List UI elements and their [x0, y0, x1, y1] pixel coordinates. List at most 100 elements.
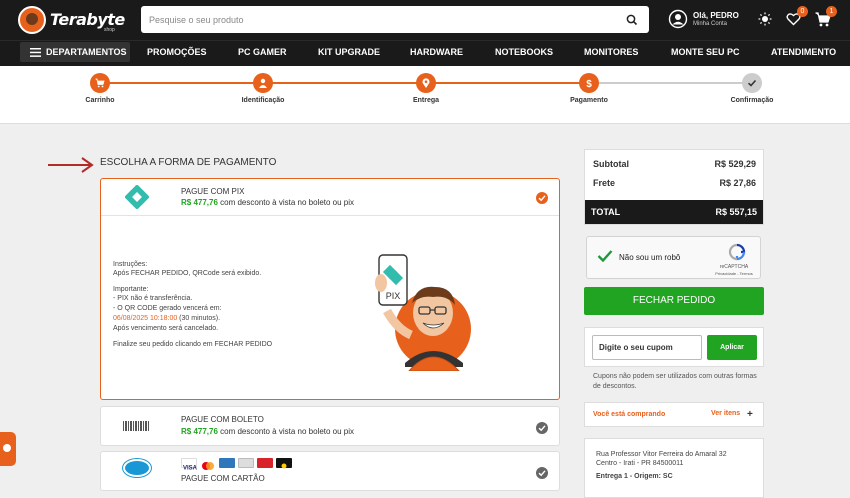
coupon-note: Cupons não podem ser utilizados com outr… — [593, 373, 757, 390]
my-account-link[interactable]: Minha Conta — [693, 21, 727, 27]
step-label-cart: Carrinho — [85, 97, 115, 104]
important-title: Importante: — [113, 286, 149, 293]
card-option-card[interactable]: VISA PAGUE COM CARTÃO — [100, 451, 560, 491]
check-step-icon — [747, 79, 757, 87]
recaptcha-widget[interactable]: Não sou um robô reCAPTCHA Privacidade - … — [586, 236, 761, 279]
step-identification-dot — [253, 73, 273, 93]
elo-icon — [276, 458, 292, 469]
total-label: TOTAL — [591, 207, 621, 217]
pix-option-header[interactable]: PAGUE COM PIX R$ 477,76 com desconto à v… — [101, 179, 559, 216]
step-label-confirmation: Confirmação — [730, 97, 774, 104]
subtotal-row: Subtotal R$ 529,29 — [593, 159, 756, 169]
qr-expiry: 06/08/2025 10:18:00 (30 minutos). — [113, 315, 220, 322]
total-value: R$ 557,15 — [715, 207, 757, 217]
frete-label: Frete — [593, 178, 616, 188]
subtotal-value: R$ 529,29 — [714, 159, 756, 169]
cart-step-icon — [95, 78, 105, 88]
order-summary: Subtotal R$ 529,29 Frete R$ 27,86 TOTAL … — [584, 149, 764, 225]
delivery-origin: Entrega 1 - Origem: SC — [596, 473, 673, 480]
pix-price: R$ 477,76 — [181, 198, 218, 207]
recaptcha-checkmark-icon[interactable] — [597, 249, 613, 263]
amex-icon — [219, 458, 235, 468]
search-icon[interactable] — [625, 13, 639, 27]
nav-kit-upgrade[interactable]: KIT UPGRADE — [318, 47, 380, 57]
hamburger-menu-icon — [30, 48, 41, 57]
user-account[interactable]: Olá, PEDRO Minha Conta — [668, 9, 748, 31]
nav-notebooks[interactable]: NOTEBOOKS — [495, 47, 553, 57]
barcode-icon — [123, 421, 149, 431]
step-payment-dot: $ — [579, 73, 599, 93]
boleto-option-description: R$ 477,76 com desconto à vista no boleto… — [181, 427, 354, 436]
recaptcha-label: Não sou um robô — [619, 253, 681, 262]
step-delivery-dot — [416, 73, 436, 93]
departments-button[interactable]: DEPARTAMENTOS — [20, 42, 130, 62]
card-check-icon — [536, 467, 548, 479]
chat-icon — [3, 444, 11, 452]
search-bar — [141, 6, 649, 33]
subtotal-label: Subtotal — [593, 159, 629, 169]
diners-icon — [238, 458, 254, 468]
pix-option-card[interactable]: PAGUE COM PIX R$ 477,76 com desconto à v… — [100, 178, 560, 400]
logo-tagline: shop — [104, 27, 115, 33]
theme-toggle-icon[interactable] — [758, 12, 772, 26]
instructions-text: Após FECHAR PEDIDO, QRCode será exibido. — [113, 270, 262, 277]
terabyte-logo[interactable]: Terabyte shop — [18, 6, 128, 34]
progress-line-done — [100, 82, 588, 84]
address-line-1: Rua Professor Vitor Ferreira do Amaral 3… — [596, 451, 727, 458]
instructions-title: Instruções: — [113, 261, 148, 268]
chat-side-tab[interactable] — [0, 432, 16, 466]
frete-row: Frete R$ 27,86 — [593, 178, 756, 188]
nav-promocoes[interactable]: PROMOÇÕES — [147, 47, 207, 57]
buying-summary: Você está comprando Ver itens + — [584, 402, 764, 427]
boleto-check-icon — [536, 422, 548, 434]
departments-label: DEPARTAMENTOS — [46, 47, 127, 57]
coupon-input[interactable] — [592, 335, 702, 360]
close-order-button[interactable]: FECHAR PEDIDO — [584, 287, 764, 315]
pix-option-title: PAGUE COM PIX — [181, 187, 245, 196]
dollar-step-icon: $ — [586, 79, 592, 88]
nav-atendimento[interactable]: ATENDIMENTO — [771, 47, 836, 57]
boleto-option-title: PAGUE COM BOLETO — [181, 415, 264, 424]
pix-discount-text: com desconto à vista no boleto ou pix — [217, 198, 355, 207]
user-greeting: Olá, PEDRO — [693, 11, 739, 20]
important-line-3: Após vencimento será cancelado. — [113, 325, 219, 332]
qr-expiry-duration: (30 minutos). — [177, 315, 221, 322]
buying-label: Você está comprando — [593, 411, 666, 418]
location-pin-step-icon — [422, 78, 430, 88]
step-label-delivery: Entrega — [412, 97, 440, 104]
boleto-price: R$ 477,76 — [181, 427, 218, 436]
nav-pc-gamer[interactable]: PC GAMER — [238, 47, 287, 57]
address-line-2: Centro - Irati - PR 84500011 — [596, 460, 684, 467]
apply-coupon-button[interactable]: Aplicar — [707, 335, 757, 360]
step-cart-dot — [90, 73, 110, 93]
step-label-payment: Pagamento — [570, 97, 608, 104]
svg-text:$: $ — [586, 79, 592, 88]
plus-icon[interactable]: + — [747, 409, 753, 420]
delivery-address: Rua Professor Vitor Ferreira do Amaral 3… — [584, 438, 764, 498]
view-items-link[interactable]: Ver itens — [711, 410, 740, 417]
payment-section-title: ESCOLHA A FORMA DE PAGAMENTO — [100, 157, 277, 168]
finalize-instruction: Finalize seu pedido clicando em FECHAR P… — [113, 341, 273, 348]
mastercard-icon — [200, 458, 216, 470]
visa-icon: VISA — [181, 458, 198, 472]
top-header: Terabyte shop Olá, PEDRO Minha Conta 0 1 — [0, 0, 850, 40]
mascot-phone-label: PIX — [386, 291, 401, 301]
step-label-identification: Identificação — [241, 97, 285, 104]
important-line-1: - PIX não é transferência. — [113, 295, 193, 302]
nav-monitores[interactable]: MONITORES — [584, 47, 638, 57]
card-option-title: PAGUE COM CARTÃO — [181, 474, 265, 483]
search-input[interactable] — [149, 12, 609, 27]
nav-monte-seu-pc[interactable]: MONTE SEU PC — [671, 47, 740, 57]
pix-option-description: R$ 477,76 com desconto à vista no boleto… — [181, 198, 354, 207]
nav-hardware[interactable]: HARDWARE — [410, 47, 463, 57]
checkout-progress: Carrinho Identificação Entrega $ Pagamen… — [0, 66, 850, 124]
boleto-option-card[interactable]: PAGUE COM BOLETO R$ 477,76 com desconto … — [100, 406, 560, 446]
recaptcha-brand: reCAPTCHA — [719, 264, 749, 270]
wishlist-count-badge: 0 — [797, 6, 808, 17]
red-arrow-annotation — [48, 157, 94, 173]
recaptcha-links[interactable]: Privacidade - Termos — [707, 271, 761, 276]
pix-selected-check-icon — [536, 192, 548, 204]
pix-logo-icon — [125, 185, 149, 209]
qr-expiry-date: 06/08/2025 10:18:00 — [113, 315, 178, 322]
user-icon — [668, 9, 688, 29]
